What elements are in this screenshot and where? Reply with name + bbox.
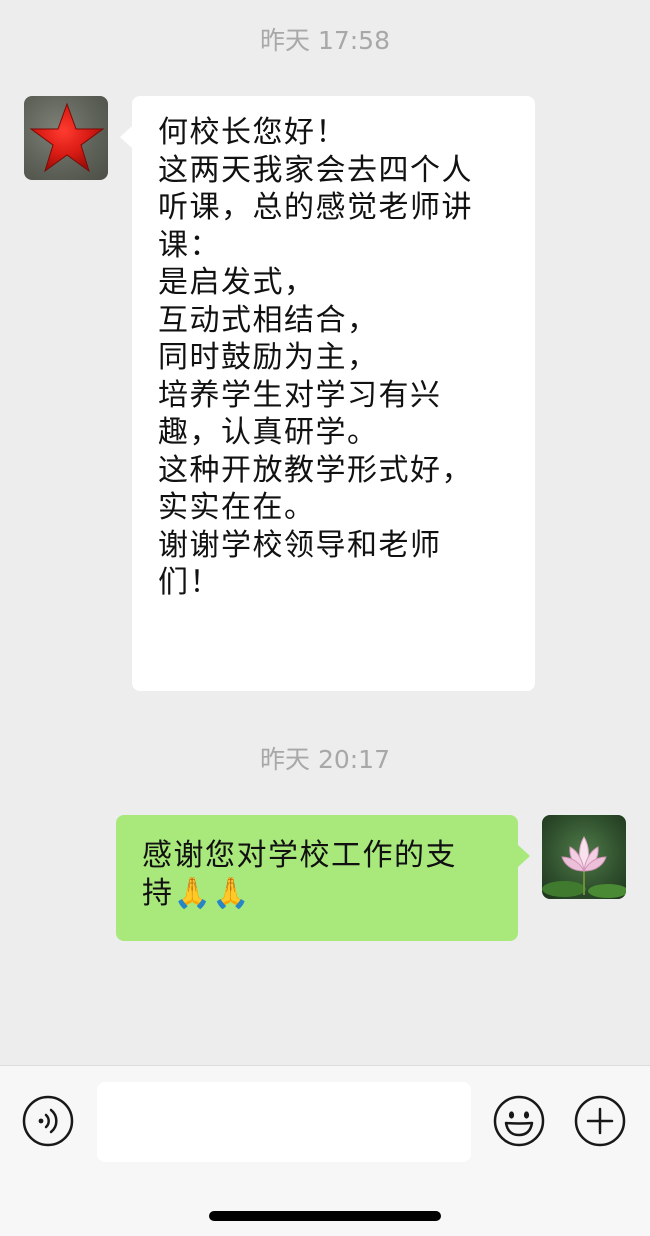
message-line: 听课，总的感觉老师讲 [158, 190, 473, 225]
message-line: 这两天我家会去四个人 [158, 152, 473, 188]
message-line: 实实在在。 [158, 490, 316, 525]
timestamp: 昨天 20:17 [260, 745, 390, 774]
message-line: 这种开放教学形式好， [158, 452, 473, 488]
voice-icon [22, 1095, 74, 1147]
message-line: 课： [158, 227, 221, 263]
message-line: 趣，认真研学。 [158, 415, 379, 450]
more-button[interactable] [574, 1095, 626, 1147]
voice-button[interactable] [22, 1095, 74, 1147]
message-line: 培养学生对学习有兴 [158, 377, 442, 413]
lotus-flower-icon [542, 836, 626, 898]
plus-icon [574, 1095, 626, 1147]
message-line: 感谢您对学校工作的支 [142, 838, 457, 873]
message-line: 同时鼓励为主， [158, 340, 379, 375]
my-avatar[interactable] [542, 815, 626, 899]
home-indicator[interactable] [209, 1211, 441, 1221]
message-line: 谢谢学校领导和老师 [158, 527, 442, 563]
emoji-icon [493, 1095, 545, 1147]
message-input[interactable] [97, 1082, 471, 1162]
timestamp: 昨天 17:58 [260, 26, 390, 55]
emoji-button[interactable] [493, 1095, 545, 1147]
chat-area[interactable]: 昨天 17:58 何校长您好！ 这两天我家会去四个人 听课，总的感觉老师讲 课：… [0, 0, 650, 1065]
sent-message-bubble[interactable]: 感谢您对学校工作的支 持🙏🙏 [116, 815, 530, 941]
message-line: 互动式相结合， [158, 302, 379, 338]
message-line: 们！ [158, 565, 221, 600]
red-star-icon [29, 102, 105, 173]
chat-input-bar [0, 1065, 650, 1236]
contact-avatar[interactable] [24, 96, 108, 180]
message-line: 是启发式， [158, 265, 316, 300]
message-line: 持🙏🙏 [142, 875, 252, 911]
received-message-bubble[interactable]: 何校长您好！ 这两天我家会去四个人 听课，总的感觉老师讲 课： 是启发式， 互动… [120, 96, 535, 691]
message-line: 何校长您好！ [158, 115, 347, 150]
